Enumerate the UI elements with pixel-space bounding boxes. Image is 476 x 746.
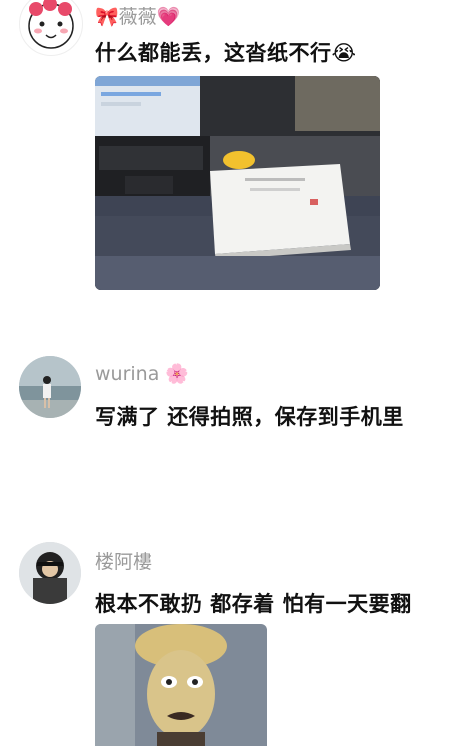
comment-text: 根本不敢扔 都存着 怕有一天要翻 (95, 588, 412, 618)
bow-emoji: 🎀 (95, 6, 119, 28)
comment-photo[interactable] (95, 76, 380, 290)
username-text: 薇薇 (118, 6, 157, 28)
desk-photo-image (95, 76, 380, 290)
username-text: wurina (95, 363, 160, 385)
comment-text-content: 根本不敢扔 都存着 怕有一天要翻 (95, 592, 412, 616)
comment-text: 什么都能丢，这沓纸不行😭 (95, 37, 357, 67)
comment-photo[interactable] (95, 624, 267, 746)
avatar[interactable] (19, 0, 83, 56)
username-text: 楼阿樓 (95, 551, 153, 573)
avatar[interactable] (19, 356, 81, 418)
username[interactable]: 🎀薇薇💗 (95, 2, 180, 29)
beach-photo-avatar (19, 356, 81, 418)
person-photo-avatar (19, 542, 81, 604)
flower-emoji: 🌸 (165, 363, 190, 385)
heart-emoji: 💗 (156, 6, 181, 28)
crying-emoji: 😭 (331, 41, 357, 65)
username[interactable]: 楼阿樓 (95, 547, 152, 574)
comment-text: 写满了 还得拍照，保存到手机里 (95, 401, 404, 431)
comment-text-content: 什么都能丢，这沓纸不行 (95, 41, 332, 65)
comment-text-content: 写满了 还得拍照，保存到手机里 (95, 405, 404, 429)
cartoon-character-image (95, 624, 267, 746)
avatar[interactable] (19, 542, 81, 604)
cartoon-face-icon (28, 0, 74, 49)
username[interactable]: wurina 🌸 (95, 362, 189, 385)
